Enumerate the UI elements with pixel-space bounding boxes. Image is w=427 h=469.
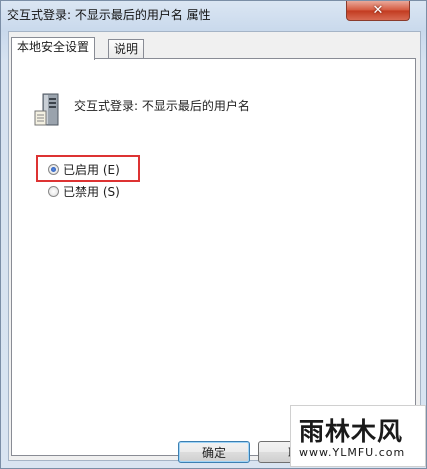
radio-disabled-indicator[interactable] <box>48 186 59 197</box>
properties-dialog: 交互式登录: 不显示最后的用户名 属性 ✕ 本地安全设置 说明 交互式登录: 不… <box>0 0 427 469</box>
window-title: 交互式登录: 不显示最后的用户名 属性 <box>7 8 211 22</box>
ok-button[interactable]: 确定 <box>178 441 250 463</box>
server-icon <box>34 93 59 126</box>
dialog-client-area: 本地安全设置 说明 交互式登录: 不显示最后的用户名 已启用 (E) 已禁用 (… <box>8 31 421 461</box>
radio-disabled-label: 已禁用 (S) <box>63 185 120 199</box>
watermark-logo-text: 雨林木风 <box>299 417 404 446</box>
title-bar[interactable]: 交互式登录: 不显示最后的用户名 属性 ✕ <box>1 1 427 31</box>
policy-name: 交互式登录: 不显示最后的用户名 <box>74 99 250 113</box>
tab-panel-local-security-setting: 交互式登录: 不显示最后的用户名 已启用 (E) 已禁用 (S) <box>11 58 416 456</box>
watermark-logo: 雨林木风 www.YLMFU.com <box>290 405 426 467</box>
close-button[interactable]: ✕ <box>346 1 410 21</box>
radio-enabled[interactable]: 已启用 (E) <box>48 161 120 178</box>
close-icon: ✕ <box>372 3 384 18</box>
watermark-url: www.YLMFU.com <box>299 446 406 459</box>
radio-enabled-indicator[interactable] <box>48 164 59 175</box>
radio-enabled-label: 已启用 (E) <box>63 163 120 177</box>
tab-local-security-setting[interactable]: 本地安全设置 <box>11 37 96 60</box>
tab-explain[interactable]: 说明 <box>108 39 145 59</box>
radio-disabled[interactable]: 已禁用 (S) <box>48 183 120 200</box>
